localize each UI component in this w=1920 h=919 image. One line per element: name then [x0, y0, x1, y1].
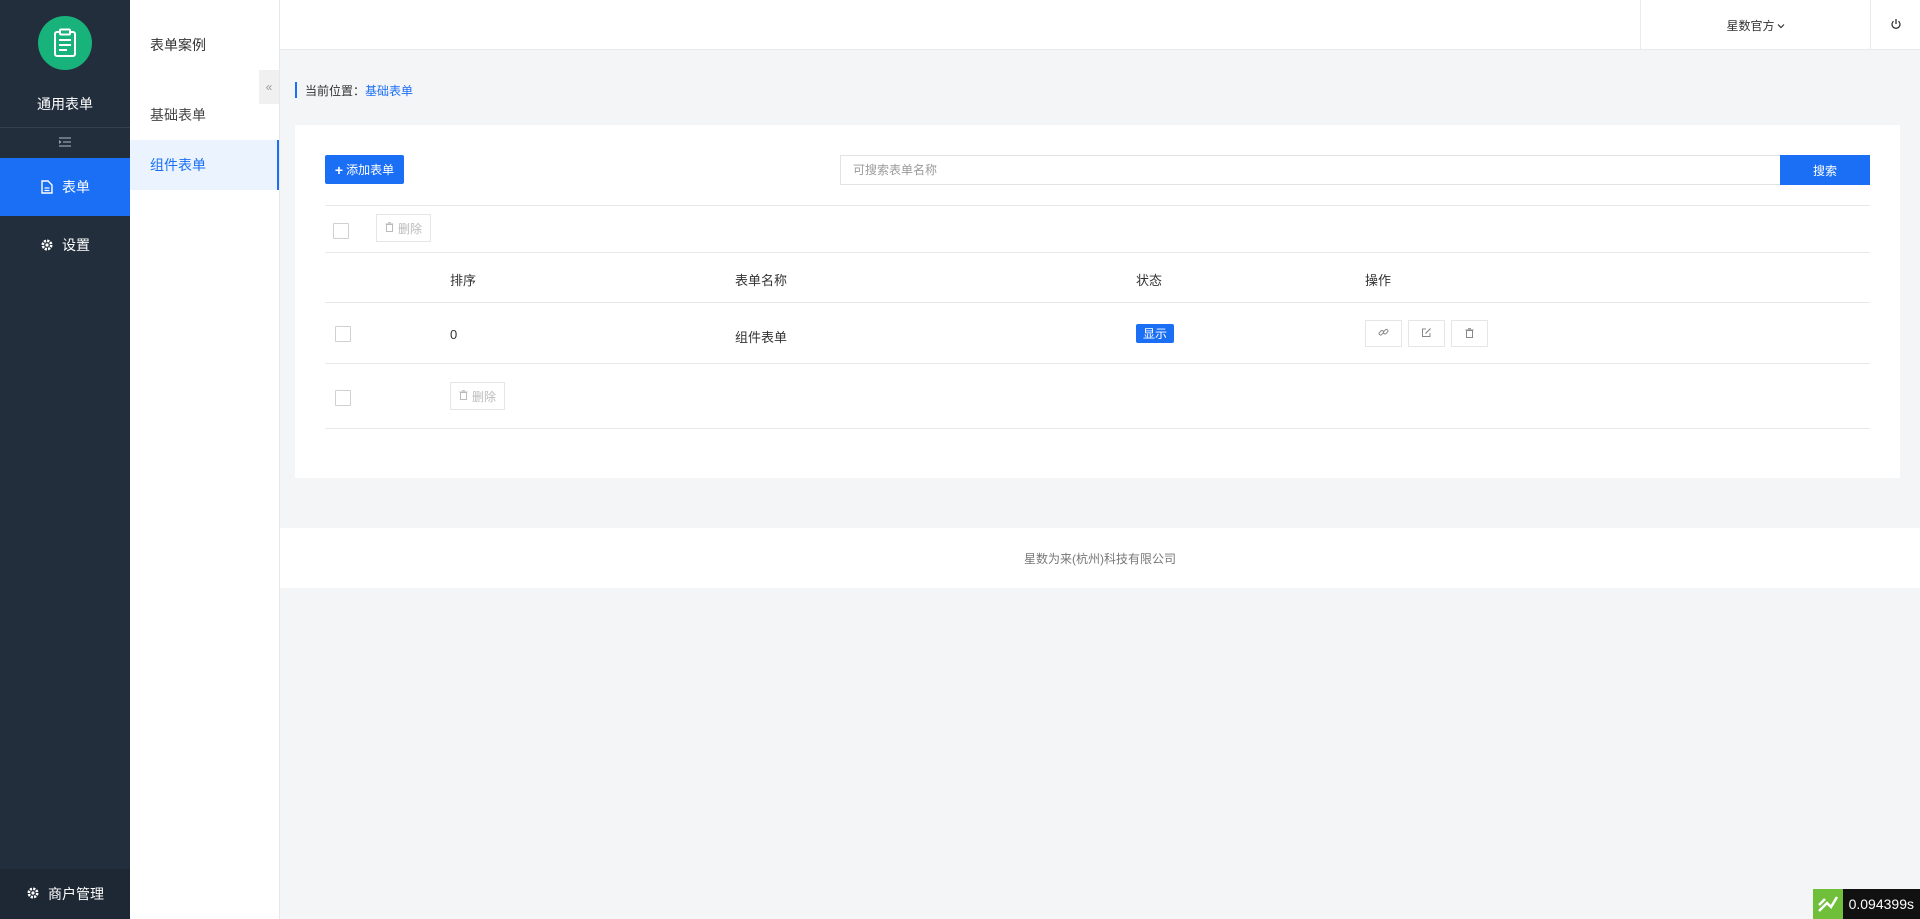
breadcrumb-prefix: 当前位置： [305, 83, 366, 98]
trash-icon [385, 221, 394, 235]
row-checkbox[interactable] [335, 326, 351, 342]
file-icon [40, 180, 54, 194]
breadcrumb-current[interactable]: 基础表单 [365, 82, 413, 99]
gear-icon [26, 886, 40, 903]
sidebar-toggle[interactable] [0, 128, 130, 158]
search-input[interactable] [840, 155, 1785, 185]
subnav-collapse-button[interactable]: « [259, 70, 279, 104]
double-chevron-left-icon: « [265, 80, 273, 94]
bulk-delete-button-top[interactable]: 删除 [376, 214, 432, 242]
main-sidebar: 通用表单 表单 设置 商户管理 [0, 0, 130, 919]
user-name: 星数官方 [1726, 18, 1775, 33]
user-menu[interactable]: 星数官方 [1640, 0, 1870, 50]
column-header-name: 表单名称 [735, 273, 788, 288]
column-header-status: 状态 [1136, 273, 1163, 288]
select-all-checkbox[interactable] [333, 223, 349, 239]
subnav-title: 表单案例 « [130, 0, 279, 104]
sidebar-item-merchant[interactable]: 商户管理 [0, 869, 130, 919]
gear-icon [40, 238, 54, 252]
footer: 星数为来(杭州)科技有限公司 [280, 528, 1920, 588]
sidebar-item-label: 设置 [62, 237, 90, 253]
sidebar-item-label: 商户管理 [48, 886, 104, 902]
logout-button[interactable] [1870, 0, 1920, 50]
column-header-sort: 排序 [450, 273, 477, 288]
status-label: 显示 [1143, 327, 1168, 341]
timer-value: 0.094399s [1842, 889, 1920, 919]
trash-icon [459, 389, 468, 403]
add-form-label: 添加表单 [346, 163, 395, 177]
content-card: + 添加表单 搜索 删除 排序 表单名称 状态 操作 0 组件表单 显示 [295, 125, 1900, 478]
breadcrumb: 当前位置： 基础表单 [295, 82, 413, 98]
delete-label: 删除 [398, 221, 423, 236]
plus-icon: + [334, 161, 344, 178]
trash-icon [1465, 326, 1474, 341]
row-name: 组件表单 [735, 330, 788, 345]
leaf-logo-icon [1812, 889, 1843, 919]
subnav-item-component-form[interactable]: 组件表单 [130, 140, 279, 190]
sidebar-item-label: 表单 [62, 179, 90, 195]
add-form-button[interactable]: + 添加表单 [325, 155, 404, 184]
top-bar: 星数官方 [130, 0, 1920, 50]
indent-icon [59, 136, 71, 150]
search-button-label: 搜索 [1812, 163, 1837, 178]
edit-button[interactable] [1408, 320, 1445, 347]
divider [325, 205, 1870, 206]
sidebar-item-settings[interactable]: 设置 [0, 216, 130, 274]
debug-timer: 0.094399s [1812, 889, 1920, 919]
subnav-title-text: 表单案例 [150, 37, 206, 53]
link-button[interactable] [1365, 320, 1402, 347]
divider [325, 428, 1870, 429]
row-sort: 0 [450, 327, 458, 342]
subnav-item-basic-form[interactable]: 基础表单 [130, 90, 279, 140]
divider [325, 302, 1870, 303]
select-all-checkbox-bottom[interactable] [335, 390, 351, 406]
power-icon [1890, 18, 1902, 33]
logo-area: 通用表单 [0, 0, 130, 128]
search-button[interactable]: 搜索 [1780, 155, 1870, 185]
chevron-down-icon [1777, 18, 1785, 32]
secondary-sidebar: 表单案例 « 基础表单 组件表单 [130, 0, 280, 919]
footer-text: 星数为来(杭州)科技有限公司 [1024, 551, 1176, 566]
divider [325, 252, 1870, 253]
app-title: 通用表单 [37, 96, 93, 112]
status-badge: 显示 [1136, 324, 1175, 343]
clipboard-logo-icon [38, 16, 92, 70]
column-header-actions: 操作 [1365, 273, 1392, 288]
link-icon [1378, 326, 1389, 341]
subnav-item-label: 基础表单 [150, 107, 206, 123]
delete-label: 删除 [472, 389, 497, 404]
delete-button[interactable] [1451, 320, 1488, 347]
edit-icon [1421, 326, 1432, 341]
sidebar-item-form[interactable]: 表单 [0, 158, 130, 216]
bulk-delete-button-bottom[interactable]: 删除 [450, 382, 506, 410]
subnav-item-label: 组件表单 [150, 157, 206, 173]
divider [325, 363, 1870, 364]
